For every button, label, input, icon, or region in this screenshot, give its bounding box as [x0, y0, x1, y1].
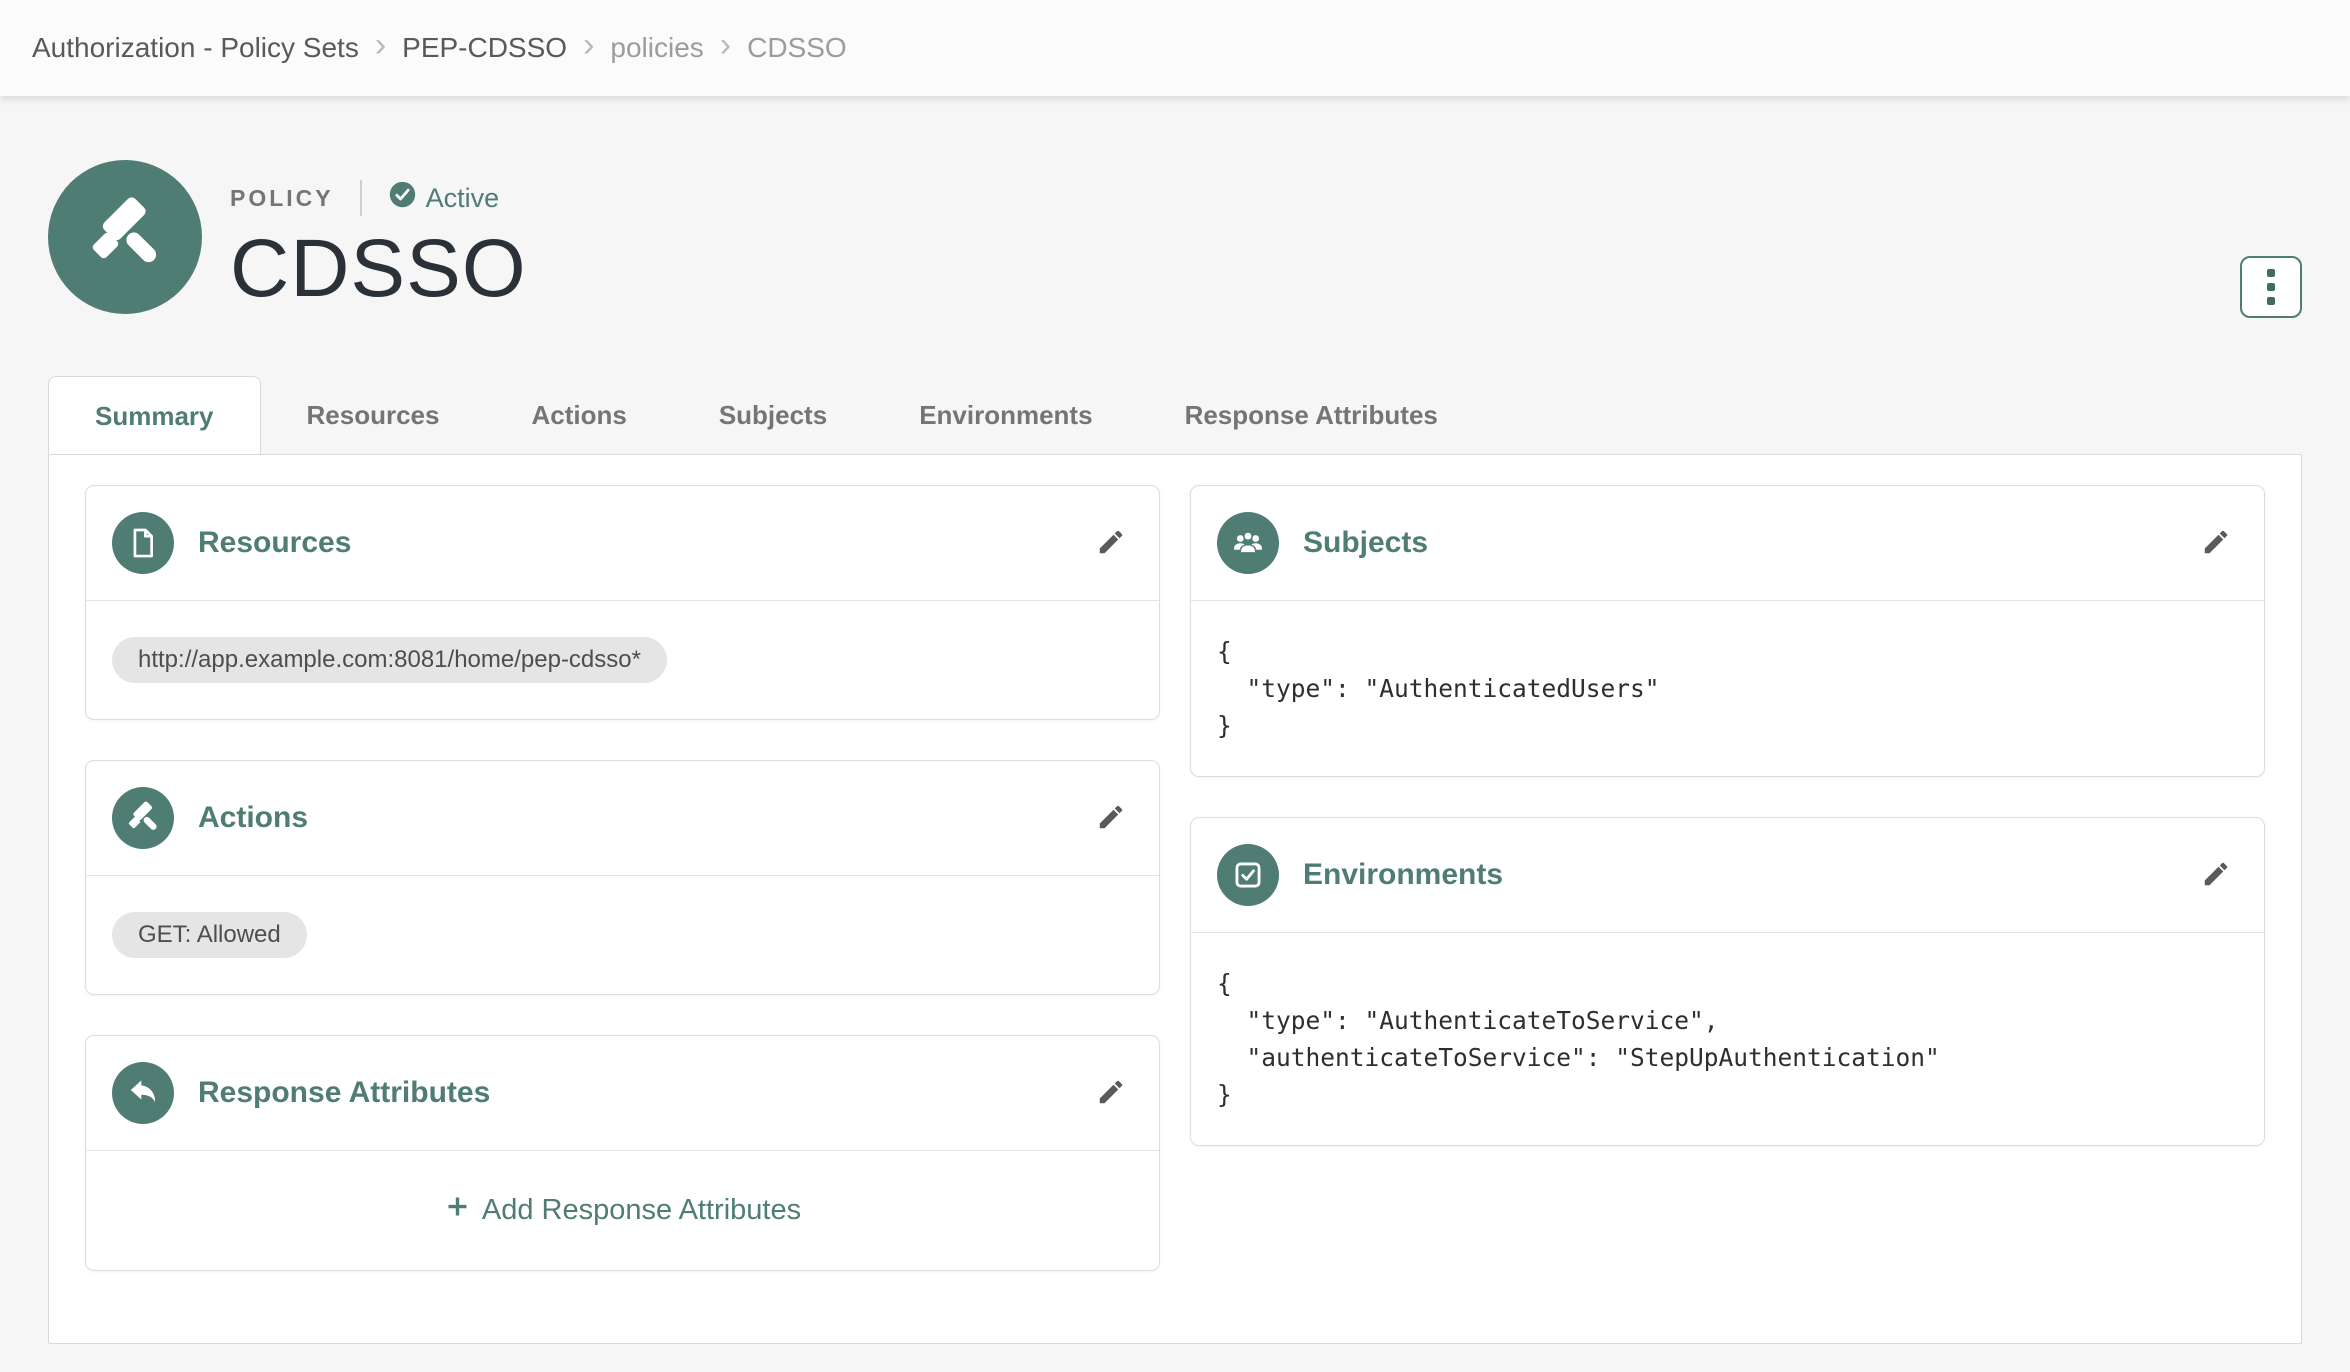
- action-tag: GET: Allowed: [112, 912, 307, 958]
- tab-response-attributes[interactable]: Response Attributes: [1139, 376, 1484, 454]
- chevron-right-icon: ›: [720, 26, 731, 65]
- response-attributes-card-title: Response Attributes: [198, 1076, 490, 1110]
- edit-environments-button[interactable]: [2194, 853, 2238, 897]
- users-icon: [1217, 512, 1279, 574]
- breadcrumb-pep-cdsso[interactable]: PEP-CDSSO: [402, 32, 567, 64]
- check-square-icon: [1217, 844, 1279, 906]
- pencil-icon: [1096, 1077, 1126, 1110]
- summary-panel: Resources http://app.example.com:8081/ho…: [48, 454, 2302, 1344]
- plus-icon: [444, 1193, 482, 1228]
- right-column: Subjects { "type": "AuthenticatedUsers" …: [1190, 485, 2265, 1271]
- pencil-icon: [2201, 859, 2231, 892]
- divider: [360, 180, 362, 216]
- add-response-attributes-label: Add Response Attributes: [482, 1194, 801, 1227]
- add-response-attributes-link[interactable]: Add Response Attributes: [444, 1193, 801, 1228]
- resources-card-title: Resources: [198, 526, 351, 560]
- gavel-icon: [86, 196, 164, 279]
- resources-card: Resources http://app.example.com:8081/ho…: [85, 485, 1160, 720]
- edit-response-attributes-button[interactable]: [1089, 1071, 1133, 1115]
- tab-resources[interactable]: Resources: [261, 376, 486, 454]
- policy-type-label: POLICY: [230, 185, 334, 212]
- edit-subjects-button[interactable]: [2194, 521, 2238, 565]
- status-badge: Active: [388, 180, 500, 216]
- environments-json: { "type": "AuthenticateToService", "auth…: [1217, 965, 2238, 1113]
- page-title: CDSSO: [230, 226, 527, 312]
- edit-actions-button[interactable]: [1089, 796, 1133, 840]
- status-label: Active: [426, 183, 500, 214]
- left-column: Resources http://app.example.com:8081/ho…: [85, 485, 1160, 1271]
- subjects-card-title: Subjects: [1303, 526, 1428, 560]
- edit-resources-button[interactable]: [1089, 521, 1133, 565]
- policy-avatar: [48, 160, 202, 314]
- pencil-icon: [1096, 527, 1126, 560]
- pencil-icon: [1096, 802, 1126, 835]
- chevron-right-icon: ›: [375, 26, 386, 65]
- tab-subjects[interactable]: Subjects: [673, 376, 873, 454]
- breadcrumb: Authorization - Policy Sets › PEP-CDSSO …: [32, 29, 847, 68]
- more-actions-button[interactable]: [2240, 256, 2302, 318]
- pencil-icon: [2201, 527, 2231, 560]
- resource-tag: http://app.example.com:8081/home/pep-cds…: [112, 637, 667, 683]
- subjects-card: Subjects { "type": "AuthenticatedUsers" …: [1190, 485, 2265, 777]
- policy-header: POLICY Active CDSSO: [48, 160, 2302, 318]
- tab-summary[interactable]: Summary: [48, 376, 261, 454]
- actions-card-title: Actions: [198, 801, 308, 835]
- gavel-icon: [112, 787, 174, 849]
- tab-environments[interactable]: Environments: [873, 376, 1138, 454]
- response-attributes-card: Response Attributes: [85, 1035, 1160, 1271]
- check-circle-icon: [388, 180, 426, 216]
- file-icon: [112, 512, 174, 574]
- reply-arrow-icon: [112, 1062, 174, 1124]
- breadcrumb-policy-sets[interactable]: Authorization - Policy Sets: [32, 32, 359, 64]
- breadcrumb-policies[interactable]: policies: [610, 32, 703, 64]
- environments-card-title: Environments: [1303, 858, 1503, 892]
- environments-card: Environments { "type": "AuthenticateToSe…: [1190, 817, 2265, 1146]
- breadcrumb-bar: Authorization - Policy Sets › PEP-CDSSO …: [0, 0, 2350, 96]
- tab-actions[interactable]: Actions: [485, 376, 672, 454]
- breadcrumb-current: CDSSO: [747, 32, 847, 64]
- subjects-json: { "type": "AuthenticatedUsers" }: [1217, 633, 2238, 744]
- chevron-right-icon: ›: [583, 26, 594, 65]
- actions-card: Actions GET: Allowed: [85, 760, 1160, 995]
- tab-bar: Summary Resources Actions Subjects Envir…: [48, 376, 2302, 454]
